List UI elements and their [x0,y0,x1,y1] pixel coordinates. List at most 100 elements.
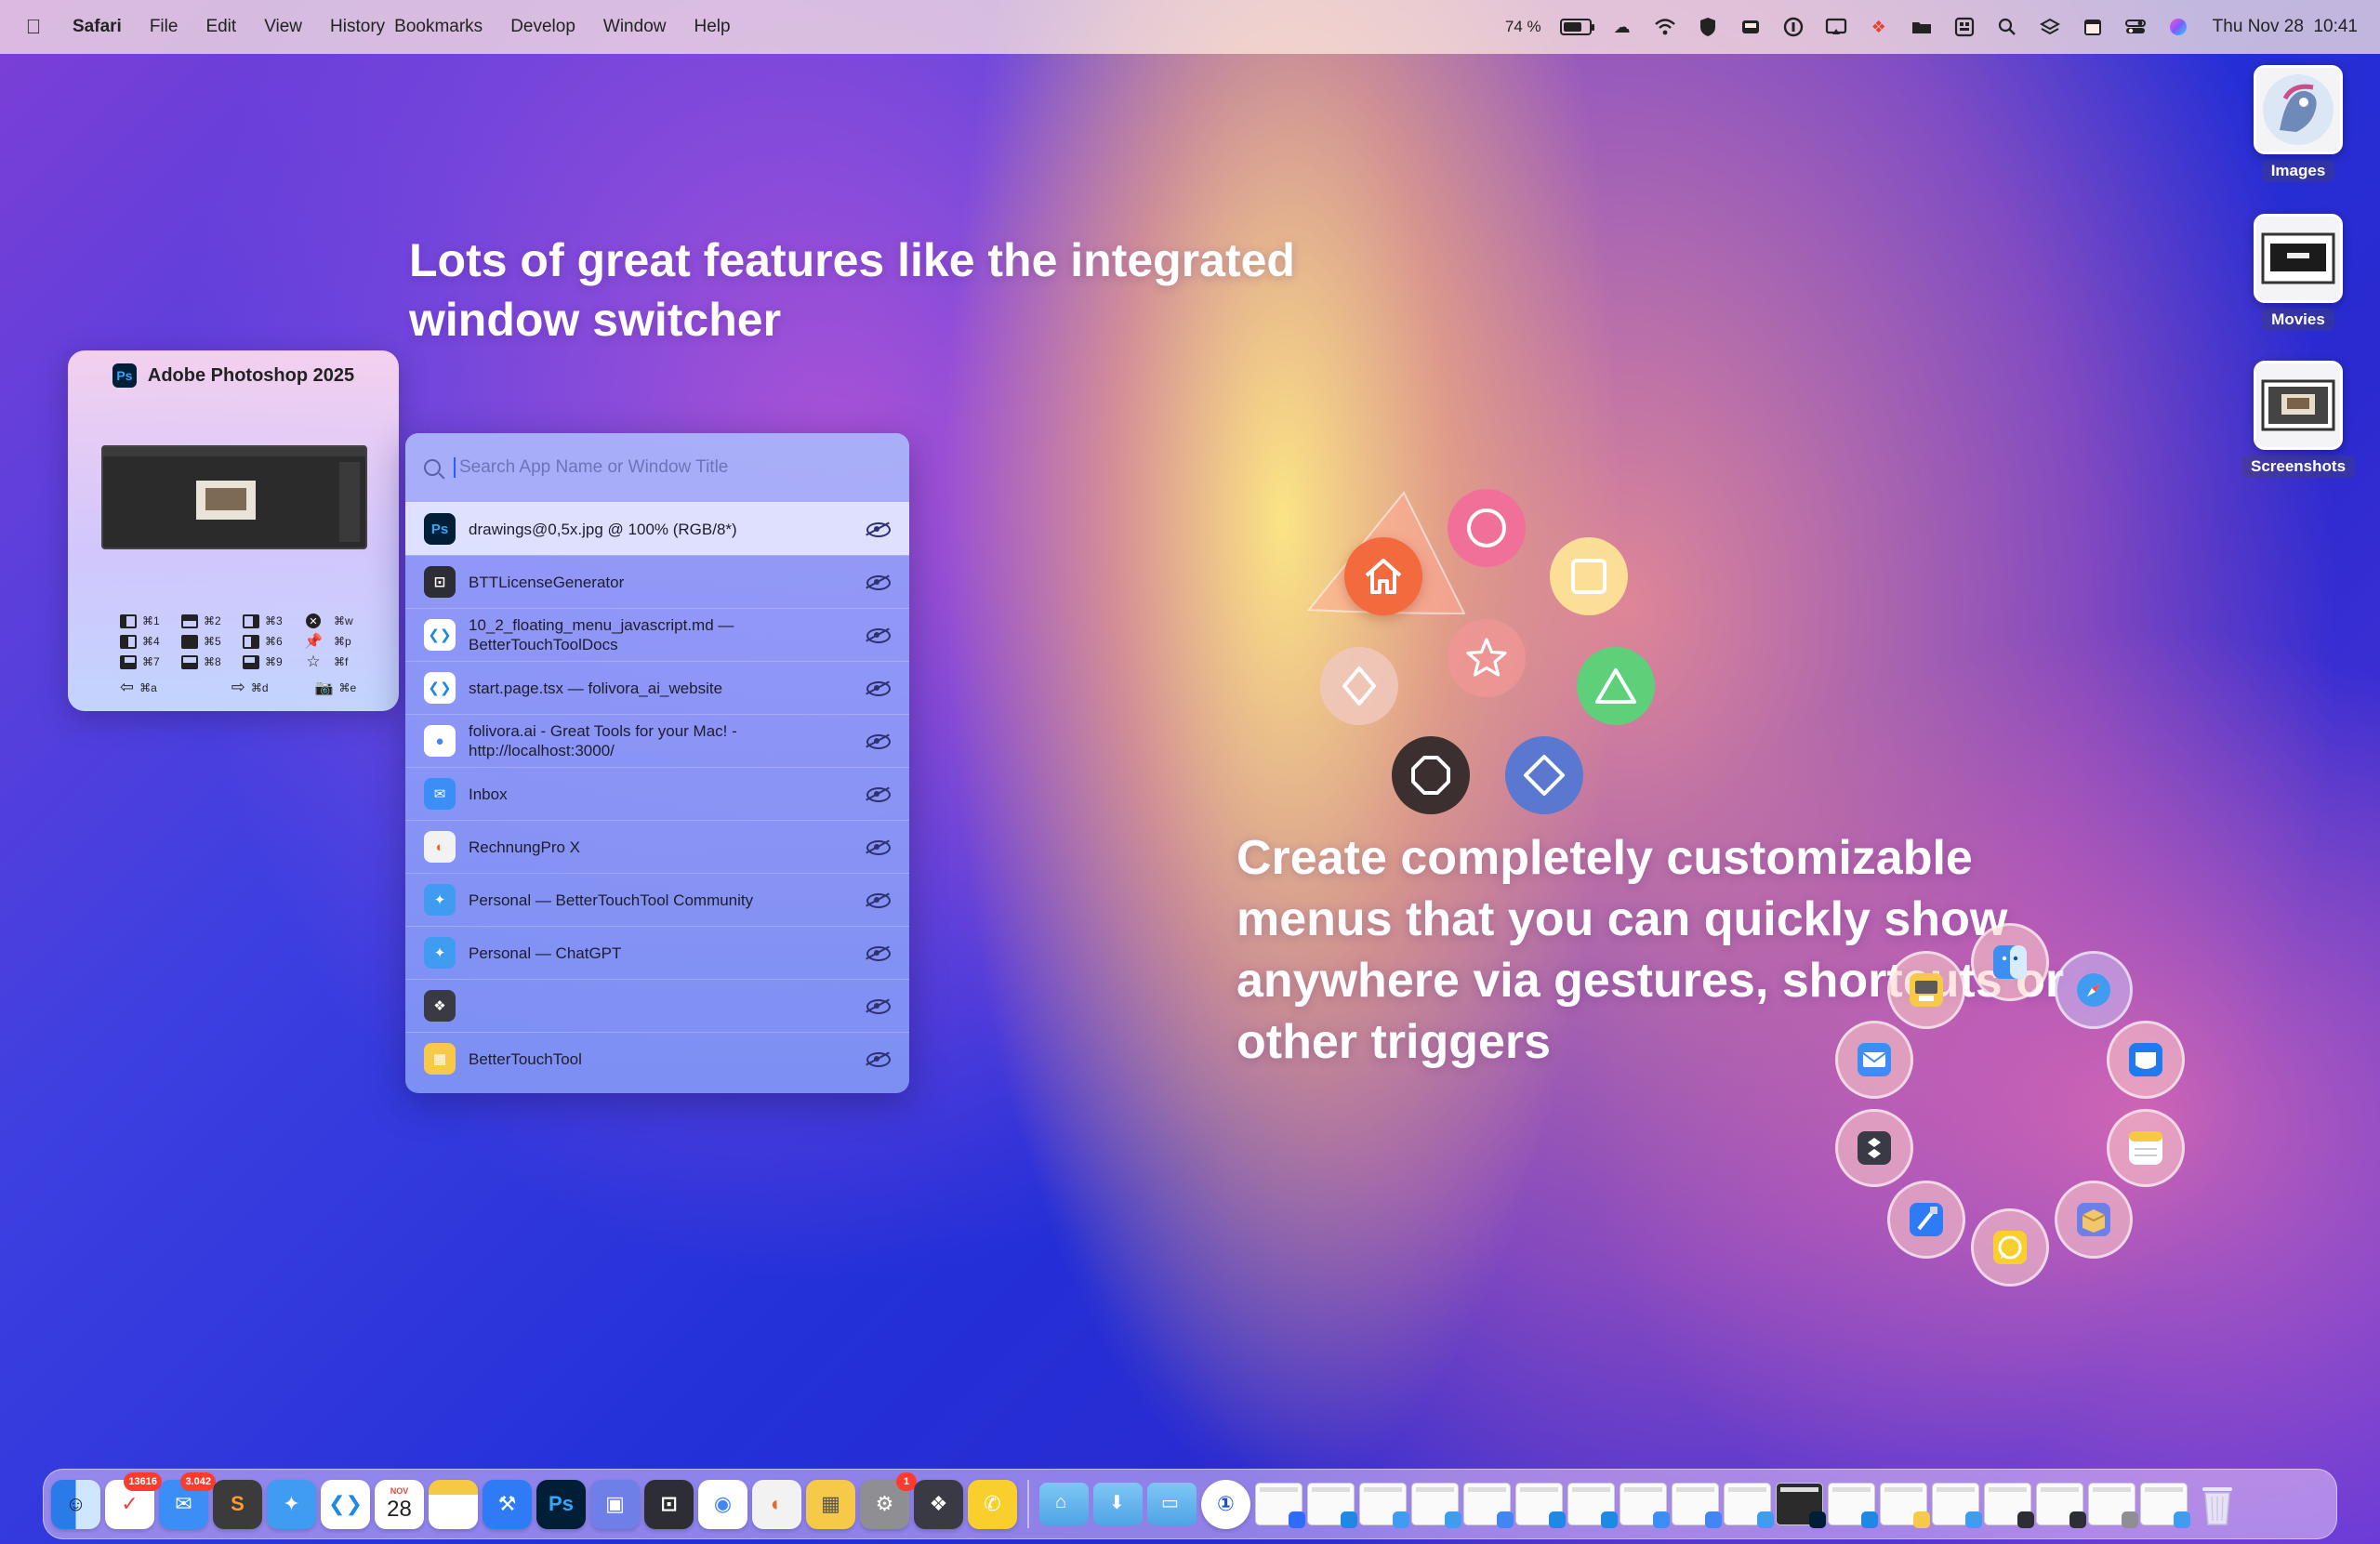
dock-dropbox[interactable]: ❖ [914,1479,963,1529]
shield-icon[interactable] [1696,17,1720,37]
dock-minimized-window[interactable] [1255,1483,1305,1528]
hide-eye-icon[interactable] [865,627,891,643]
siri-icon[interactable] [2166,17,2190,37]
dock-minimized-window[interactable] [1984,1483,2034,1528]
circle-menu-button[interactable] [1448,489,1526,567]
switcher-window-row[interactable]: ❮❯ start.page.tsx — folivora_ai_website [405,661,909,714]
window-thumbnail[interactable] [101,445,367,549]
dock-minimized-window[interactable] [1515,1483,1566,1528]
dock-minimized-window[interactable] [1620,1483,1670,1528]
dock-minimized-window[interactable] [1567,1483,1618,1528]
switcher-window-row[interactable]: ✦ Personal — BetterTouchTool Community [405,873,909,926]
dock-archive[interactable]: ▣ [590,1479,640,1529]
dock-finder[interactable]: ☺ [51,1479,100,1529]
ring-dropbox-button[interactable] [1835,1109,1913,1187]
hide-eye-icon[interactable] [865,997,891,1014]
dock-minimized-window[interactable] [1724,1483,1774,1528]
ring-mail-button[interactable] [1835,1021,1913,1099]
snap-bottom-action[interactable]: ⌘8 [181,653,231,670]
rhombus-menu-button[interactable] [1505,736,1583,814]
wifi-icon[interactable] [1653,17,1677,37]
dock-minimized-window[interactable] [1463,1483,1514,1528]
menu-bookmarks[interactable]: Bookmarks [394,17,483,37]
dock-vscode[interactable]: ❮❯ [321,1479,370,1529]
menu-help[interactable]: Help [694,17,730,37]
menu-window[interactable]: Window [603,17,667,37]
ring-xcode-button[interactable] [1887,1181,1965,1259]
arrow-left-icon[interactable]: ⇦ [120,678,134,697]
snap-bottom-right-action[interactable]: ⌘9 [243,653,293,670]
dock-chrome[interactable]: ◉ [698,1479,747,1529]
dock-trash[interactable] [2192,1480,2241,1529]
dock-safari[interactable]: ✦ [267,1479,316,1529]
menu-file[interactable]: File [150,17,178,37]
ring-finder-button[interactable] [1971,923,2049,1001]
arrow-right-icon[interactable]: ⇨ [231,678,245,697]
hide-eye-icon[interactable] [865,521,891,537]
clock[interactable]: Thu Nov 28 10:41 [2213,17,2358,37]
dock-whatsapp[interactable]: ✆ [968,1479,1017,1529]
dock-minimized-window[interactable] [1828,1483,1878,1528]
snap-right-third-action[interactable]: ⌘3 [243,613,293,629]
dock-reminders[interactable]: ✓ 13616 [105,1471,162,1529]
triangle-menu-button[interactable] [1577,647,1655,725]
desktop-item-screenshots[interactable]: Screenshots [2241,361,2356,478]
menu-app-name[interactable]: Safari [73,17,122,37]
menu-develop[interactable]: Develop [510,17,575,37]
close-window-icon[interactable]: ✕ [304,613,323,629]
dock-minimized-window[interactable] [2140,1483,2190,1528]
dock-downloads-folder[interactable]: ⬇ [1093,1483,1143,1525]
dock-photoshop[interactable]: Ps [536,1479,586,1529]
dock-minimized-window[interactable] [1932,1483,1982,1528]
password-manager-icon[interactable] [1781,17,1805,37]
octagon-menu-button[interactable] [1392,736,1470,814]
hide-eye-icon[interactable] [865,1050,891,1067]
star-menu-button[interactable] [1448,619,1526,697]
diamond-menu-button[interactable] [1320,647,1398,725]
favorite-star-icon[interactable]: ☆ [304,653,323,670]
hide-eye-icon[interactable] [865,785,891,802]
switcher-window-row[interactable]: ◐ RechnungPro X [405,820,909,873]
spotlight-search-icon[interactable] [1995,17,2019,37]
apple-menu-icon[interactable]:  [22,15,45,39]
battery-icon[interactable] [1559,19,1594,35]
ring-mimestream-button[interactable] [2107,1021,2185,1099]
ring-whatsapp-button[interactable] [1971,1208,2049,1287]
dock-1password[interactable]: ① [1201,1479,1250,1529]
hide-eye-icon[interactable] [865,574,891,590]
switcher-window-row[interactable]: ✦ Personal — ChatGPT [405,926,909,979]
photoshop-window-preview[interactable]: Ps Adobe Photoshop 2025 ⌘1 ⌘2 ⌘3 ✕ ⌘w ⌘4… [68,350,399,711]
switcher-window-row[interactable]: ❮❯ 10_2_floating_menu_javascript.md — Bet… [405,608,909,661]
menu-view[interactable]: View [264,17,302,37]
switcher-window-row[interactable]: Ps drawings@0,5x.jpg @ 100% (RGB/8*) [405,502,909,555]
ring-archive-button[interactable] [2055,1181,2133,1259]
dock-xcode[interactable]: ⚒ [483,1479,532,1529]
dropbox-status-icon[interactable]: ❖ [1867,17,1891,37]
ring-safari-button[interactable] [2055,951,2133,1029]
camera-icon[interactable]: 📷 [315,679,334,697]
dock-mail[interactable]: ✉ 3.042 [159,1471,216,1529]
dock-minimized-window[interactable] [2036,1483,2086,1528]
switcher-window-row[interactable]: ● folivora.ai - Great Tools for your Mac!… [405,714,909,767]
snap-bottom-left-action[interactable]: ⌘7 [120,653,170,670]
menu-edit[interactable]: Edit [205,17,236,37]
dock-notes[interactable] [429,1479,478,1529]
square-menu-button[interactable] [1550,537,1628,615]
hide-eye-icon[interactable] [865,680,891,696]
dock-rechnungpro[interactable]: ◐ [752,1479,801,1529]
dock-desktop-folder[interactable]: ▭ [1147,1483,1197,1525]
dock-minimized-window[interactable] [1307,1483,1357,1528]
keyboard-status-icon[interactable] [1952,17,1977,37]
dock-calendar[interactable]: NOV 28 [375,1479,424,1529]
tray-icon[interactable] [1739,17,1763,37]
control-center-icon[interactable] [2123,17,2148,37]
switcher-window-row[interactable]: ⊡ BTTLicenseGenerator [405,555,909,608]
snap-left-half-action[interactable]: ⌘4 [120,633,170,650]
desktop-item-movies[interactable]: Movies [2242,214,2354,331]
dock-minimized-window[interactable] [2088,1483,2138,1528]
hide-eye-icon[interactable] [865,891,891,908]
switcher-window-row[interactable]: ❖ [405,979,909,1032]
cloud-status-icon[interactable]: ☁ [1610,17,1634,37]
folder-status-icon[interactable] [1910,17,1934,37]
switcher-window-row[interactable]: ✉ Inbox [405,767,909,820]
